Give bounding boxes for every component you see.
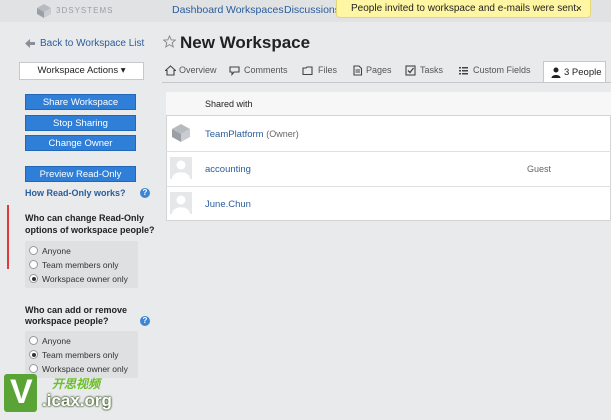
home-icon: [165, 65, 176, 76]
tab-files[interactable]: Files: [318, 65, 337, 75]
tabs-divider: [162, 82, 611, 83]
watermark-url: .icax.org: [42, 391, 112, 410]
change-owner-button[interactable]: Change Owner: [25, 135, 136, 151]
owner-label: (Owner): [266, 129, 299, 139]
readonly-option-anyone[interactable]: Anyone: [29, 246, 71, 256]
people-option-owner[interactable]: Workspace owner only: [29, 364, 128, 374]
help-question-icon[interactable]: ?: [140, 316, 150, 326]
section-people-title-line2: workspace people?: [25, 316, 109, 326]
row-divider: [166, 151, 611, 152]
table-row-name[interactable]: accounting: [205, 164, 251, 175]
back-arrow-icon: [25, 39, 35, 48]
workspace-actions-dropdown[interactable]: Workspace Actions ▾: [19, 62, 144, 80]
teamplatform-avatar-icon: [172, 124, 190, 142]
nav-workspaces[interactable]: Workspaces: [226, 4, 284, 16]
watermark-letter: V: [10, 373, 33, 411]
shared-with-header: Shared with: [205, 99, 253, 109]
tasks-checkbox-icon: [405, 65, 416, 76]
back-to-workspace-list-link[interactable]: Back to Workspace List: [40, 38, 144, 49]
tab-custom-fields[interactable]: Custom Fields: [473, 65, 531, 75]
tab-pages[interactable]: Pages: [366, 65, 392, 75]
tab-comments[interactable]: Comments: [244, 65, 288, 75]
radio-button[interactable]: [29, 336, 38, 345]
stop-sharing-button[interactable]: Stop Sharing: [25, 115, 136, 131]
avatar: [170, 192, 192, 214]
notification-toast: People invited to workspace and e-mails …: [336, 0, 591, 18]
3dsystems-logo-icon: [37, 4, 51, 18]
share-workspace-button[interactable]: Share Workspace: [25, 94, 136, 110]
avatar: [170, 157, 192, 179]
radio-button-selected[interactable]: [29, 350, 38, 359]
readonly-option-team-members[interactable]: Team members only: [29, 260, 119, 270]
section-readonly-title-line1: Who can change Read-Only: [25, 213, 145, 223]
radio-button-selected[interactable]: [29, 274, 38, 283]
how-read-only-works-link[interactable]: How Read-Only works?: [25, 188, 126, 198]
user-avatar-icon: [172, 195, 190, 214]
red-annotation-bar: [7, 205, 9, 269]
access-level: Guest: [527, 164, 552, 174]
row-divider: [166, 186, 611, 187]
pages-icon: [353, 65, 363, 76]
radio-button[interactable]: [29, 364, 38, 373]
radio-button[interactable]: [29, 246, 38, 255]
tab-people[interactable]: 3 People: [543, 61, 606, 82]
table-row-name[interactable]: June.Chun: [205, 199, 251, 210]
table-row-name[interactable]: TeamPlatform (Owner): [205, 129, 299, 140]
section-people-title-line1: Who can add or remove: [25, 305, 128, 315]
people-option-anyone[interactable]: Anyone: [29, 336, 71, 346]
nav-dashboard[interactable]: Dashboard: [172, 4, 223, 16]
folder-icon: [302, 66, 313, 76]
page-title: New Workspace: [180, 33, 311, 52]
radio-button[interactable]: [29, 260, 38, 269]
watermark-chinese-text: 开思视频: [52, 377, 101, 391]
tab-tasks[interactable]: Tasks: [420, 65, 443, 75]
tab-overview[interactable]: Overview: [179, 65, 217, 75]
readonly-option-owner[interactable]: Workspace owner only: [29, 274, 128, 284]
tab-people-label: 3 People: [564, 67, 602, 78]
star-icon[interactable]: [163, 35, 176, 48]
comments-icon: [229, 66, 240, 76]
user-avatar-icon: [172, 160, 190, 179]
toast-message: People invited to workspace and e-mails …: [351, 3, 579, 14]
help-question-icon[interactable]: ?: [140, 188, 150, 198]
list-icon: [459, 67, 468, 75]
nav-discussions[interactable]: Discussions: [284, 4, 340, 16]
person-icon: [551, 67, 561, 78]
logo-text: 3DSYSTEMS: [56, 6, 114, 15]
people-option-team-members[interactable]: Team members only: [29, 350, 119, 360]
toast-close-button[interactable]: ×: [576, 0, 582, 18]
preview-read-only-button[interactable]: Preview Read-Only: [25, 166, 136, 182]
section-readonly-title-line2: options of workspace people?: [25, 225, 155, 235]
